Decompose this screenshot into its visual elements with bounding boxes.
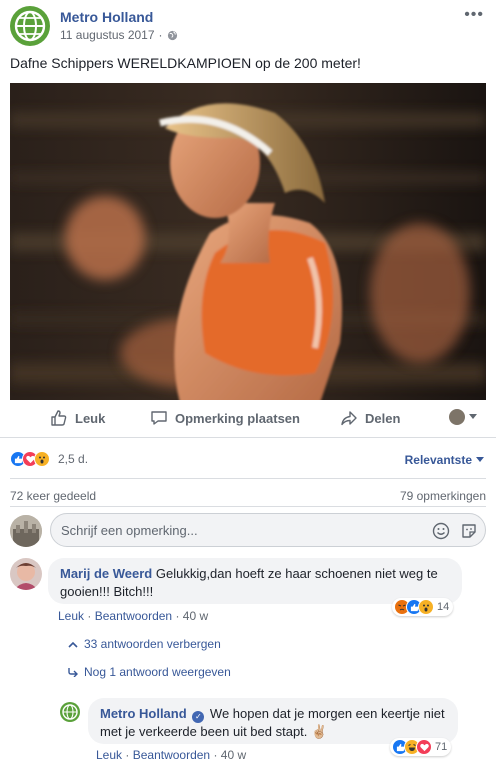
globe-logo-icon	[14, 10, 46, 42]
post-meta: 11 augustus 2017 ·	[60, 28, 178, 42]
sprinter-photo[interactable]	[10, 83, 486, 400]
reactions-count: 2,5 d.	[58, 452, 89, 466]
comment-input-box[interactable]	[50, 513, 486, 547]
caret-down-icon	[469, 414, 477, 419]
wow-reaction-icon	[34, 451, 50, 467]
shares-count[interactable]: 72 keer gedeeld	[10, 489, 96, 503]
comments-count[interactable]: 79 opmerkingen	[400, 489, 486, 503]
comment-button[interactable]: Opmerking plaatsen	[150, 409, 300, 427]
post-actions-bar: Leuk Opmerking plaatsen Delen	[0, 400, 496, 438]
wow-reaction-icon	[418, 599, 434, 615]
reactions-summary[interactable]: 2,5 d.	[10, 451, 88, 467]
profile-thumb-icon	[449, 409, 465, 425]
like-label: Leuk	[75, 410, 106, 426]
globe-logo-icon	[62, 704, 78, 720]
share-button[interactable]: Delen	[340, 409, 400, 427]
divider	[10, 478, 486, 479]
chevron-up-icon	[68, 641, 78, 648]
comment-composer	[10, 513, 486, 547]
share-label: Delen	[365, 410, 401, 426]
comment-like-link[interactable]: Leuk	[58, 609, 84, 623]
comment-reply-link[interactable]: Beantwoorden	[95, 609, 172, 623]
emoji-icon[interactable]	[432, 522, 450, 540]
reply-actions: Leuk · Beantwoorden · 40 w	[96, 748, 247, 762]
comment-input[interactable]	[61, 523, 421, 538]
reply-reply-link[interactable]: Beantwoorden	[133, 748, 210, 762]
more-replies-label: Nog 1 antwoord weergeven	[84, 665, 231, 679]
more-options-button[interactable]: •••	[464, 6, 484, 24]
verified-badge-icon: ✓	[192, 711, 205, 723]
sort-label: Relevantste	[404, 453, 472, 467]
hide-replies-label: 33 antwoorden verbergen	[84, 637, 221, 651]
comment-sort-dropdown[interactable]: Relevantste	[405, 453, 484, 467]
hide-replies-link[interactable]: 33 antwoorden verbergen	[68, 637, 221, 651]
love-reaction-icon	[416, 739, 432, 755]
comment-reaction-count: 14	[437, 601, 450, 613]
page-avatar[interactable]	[10, 6, 50, 46]
share-as-selector[interactable]	[449, 409, 477, 425]
photo-image	[10, 83, 486, 400]
comment-author[interactable]: Marij de Weerd	[60, 566, 152, 581]
reply-arrow-icon	[68, 668, 78, 677]
reaction-icons	[10, 451, 50, 467]
globe-icon	[167, 30, 177, 40]
comment-reactions[interactable]: 14	[392, 598, 454, 616]
like-button[interactable]: Leuk	[50, 409, 105, 427]
reply-reactions[interactable]: 71	[390, 738, 452, 756]
comment-label: Opmerking plaatsen	[175, 410, 300, 426]
sticker-icon[interactable]	[460, 522, 478, 540]
page-name[interactable]: Metro Holland	[60, 9, 153, 25]
thumbs-up-icon	[51, 410, 67, 426]
post-header: Metro Holland 11 augustus 2017 · •••	[0, 0, 496, 50]
caret-down-icon	[476, 457, 484, 462]
comment-actions: Leuk · Beantwoorden · 40 w	[58, 609, 209, 623]
post-text: Dafne Schippers WERELDKAMPIOEN op de 200…	[10, 55, 361, 71]
my-avatar	[10, 515, 42, 547]
commenter-photo-icon	[10, 558, 42, 590]
reply-reaction-count: 71	[435, 741, 448, 753]
commenter-avatar[interactable]	[10, 558, 42, 590]
show-more-replies-link[interactable]: Nog 1 antwoord weergeven	[68, 665, 231, 679]
meta-separator: ·	[158, 28, 163, 42]
divider	[10, 506, 486, 507]
comment-age[interactable]: 40 w	[183, 609, 208, 623]
reply-age[interactable]: 40 w	[221, 748, 246, 762]
comment-icon	[151, 411, 167, 425]
share-icon	[341, 411, 357, 426]
post-date[interactable]: 11 augustus 2017	[60, 28, 155, 42]
reply-author[interactable]: Metro Holland	[100, 706, 187, 721]
profile-photo-icon	[10, 515, 42, 547]
reply-author-avatar[interactable]	[60, 702, 80, 722]
reply-like-link[interactable]: Leuk	[96, 748, 122, 762]
